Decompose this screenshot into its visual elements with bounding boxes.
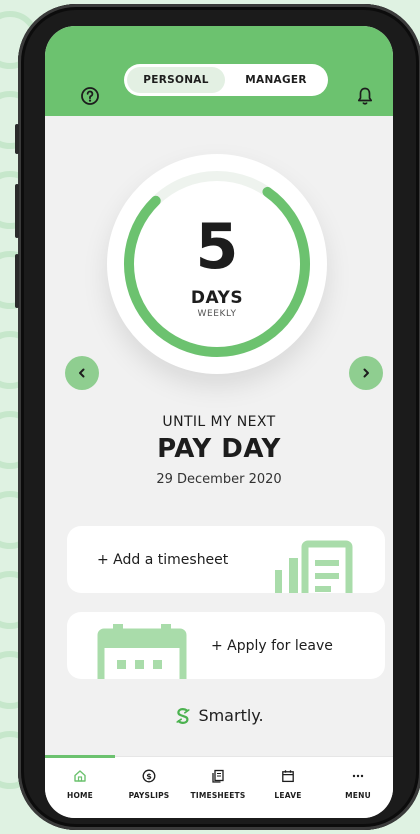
active-tab-indicator bbox=[45, 755, 115, 758]
previous-button[interactable] bbox=[65, 356, 99, 390]
tab-timesheets-label: TIMESHEETS bbox=[190, 791, 246, 800]
days-countdown-ring: 5 DAYS WEEKLY bbox=[107, 154, 327, 374]
pay-day-title: PAY DAY bbox=[157, 434, 281, 464]
days-unit-label: DAYS bbox=[190, 288, 244, 308]
phone-volume-down bbox=[15, 254, 19, 308]
tab-leave[interactable]: LEAVE bbox=[253, 767, 323, 811]
home-icon bbox=[71, 767, 89, 785]
bottom-tab-bar: HOME $ PAYSLIPS TIMESHEETS LEAVE MENU bbox=[45, 755, 393, 818]
tab-leave-label: LEAVE bbox=[274, 791, 302, 800]
tab-home-label: HOME bbox=[66, 791, 94, 800]
timesheet-illustration-icon bbox=[275, 540, 353, 593]
app-screen: PERSONAL MANAGER 5 DAYS WEEKLY UNTIL MY … bbox=[45, 26, 393, 818]
chevron-right-icon bbox=[363, 368, 369, 378]
add-timesheet-button[interactable]: + Add a timesheet bbox=[67, 526, 385, 593]
chevron-left-icon bbox=[79, 368, 85, 378]
bell-icon[interactable] bbox=[355, 86, 375, 106]
app-header: PERSONAL MANAGER bbox=[45, 26, 393, 116]
pay-frequency-label: WEEKLY bbox=[197, 309, 237, 319]
tab-payslips[interactable]: $ PAYSLIPS bbox=[114, 767, 184, 811]
days-remaining-value: 5 bbox=[195, 210, 239, 283]
help-icon[interactable] bbox=[80, 86, 100, 106]
phone-side-button bbox=[15, 124, 19, 154]
phone-volume-up bbox=[15, 184, 19, 238]
until-next-label: UNTIL MY NEXT bbox=[162, 414, 276, 430]
pay-day-date: 29 December 2020 bbox=[156, 472, 282, 487]
smartly-logo-icon bbox=[176, 707, 191, 724]
dollar-coin-icon: $ bbox=[140, 767, 158, 785]
tab-timesheets[interactable]: TIMESHEETS bbox=[183, 767, 253, 811]
tab-manager[interactable]: MANAGER bbox=[228, 67, 324, 93]
tab-menu[interactable]: MENU bbox=[323, 767, 393, 811]
next-button[interactable] bbox=[349, 356, 383, 390]
tab-menu-label: MENU bbox=[345, 791, 371, 800]
tab-home[interactable]: HOME bbox=[45, 767, 115, 811]
account-mode-toggle: PERSONAL MANAGER bbox=[124, 64, 328, 96]
timesheet-icon bbox=[209, 767, 227, 785]
calendar-icon bbox=[279, 767, 297, 785]
svg-text:$: $ bbox=[146, 772, 152, 781]
brand-name: Smartly. bbox=[198, 706, 264, 725]
calendar-illustration-icon bbox=[97, 624, 187, 679]
apply-leave-label: + Apply for leave bbox=[211, 637, 333, 654]
tab-payslips-label: PAYSLIPS bbox=[128, 791, 170, 800]
tab-personal[interactable]: PERSONAL bbox=[127, 67, 225, 93]
apply-for-leave-button[interactable]: + Apply for leave bbox=[67, 612, 385, 679]
brand-footer: Smartly. bbox=[45, 706, 393, 725]
more-icon bbox=[349, 767, 367, 785]
add-timesheet-label: + Add a timesheet bbox=[97, 551, 229, 568]
